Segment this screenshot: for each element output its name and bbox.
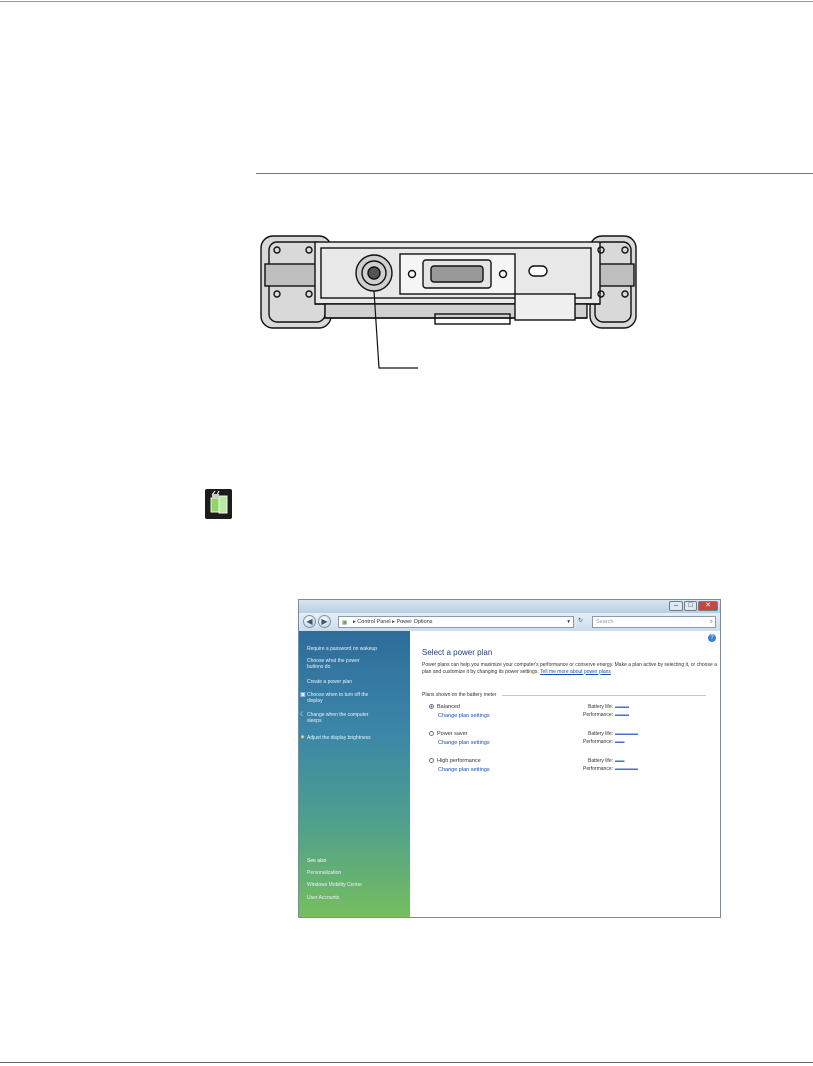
task-link-require-password[interactable]: Require a password on wakeup bbox=[307, 646, 407, 652]
device-side-illustration bbox=[260, 235, 637, 369]
task-link-power-buttons[interactable]: Choose what the power buttons do bbox=[307, 658, 377, 670]
performance-bars: ▬▬ bbox=[615, 739, 625, 745]
refresh-icon[interactable]: ↻ bbox=[578, 617, 583, 624]
address-bar[interactable]: ▦ ▸ Control Panel ▸ Power Options ▾ bbox=[338, 616, 574, 628]
battery-life-label: Battery life: bbox=[587, 758, 613, 764]
page-heading: Select a power plan bbox=[422, 648, 493, 657]
battery-life-bars: ▬▬ bbox=[615, 758, 625, 764]
see-also-personalization[interactable]: Personalization bbox=[307, 870, 407, 876]
close-button[interactable]: ✕ bbox=[698, 601, 718, 611]
maximize-button[interactable]: □ bbox=[684, 601, 697, 611]
task-link-create-plan[interactable]: Create a power plan bbox=[307, 679, 407, 685]
control-panel-icon: ▦ bbox=[342, 620, 348, 626]
battery-life-bars: ▬▬▬▬▬ bbox=[615, 731, 638, 737]
monitor-icon: ▣ bbox=[300, 692, 306, 698]
task-link-turn-off-display-label: Choose when to turn off the display bbox=[307, 692, 369, 704]
rating-high-performance-battery: Battery life: ▬▬ bbox=[577, 758, 647, 764]
minimize-button[interactable]: – bbox=[669, 601, 683, 611]
moon-icon: ☾ bbox=[300, 712, 306, 718]
address-toolbar: ◀ ▶ ▦ ▸ Control Panel ▸ Power Options ▾ … bbox=[299, 613, 720, 631]
battery-life-label: Battery life: bbox=[587, 704, 613, 710]
top-rule bbox=[0, 1, 813, 2]
section-rule bbox=[256, 173, 813, 174]
bottom-rule bbox=[0, 1062, 813, 1063]
rating-power-saver-battery: Battery life: ▬▬▬▬▬ bbox=[577, 731, 647, 737]
battery-life-bars: ▬▬▬ bbox=[615, 704, 629, 710]
performance-label: Performance: bbox=[582, 739, 613, 745]
plan-high-performance[interactable]: High performance bbox=[429, 758, 481, 764]
main-content: ? Select a power plan Power plans can he… bbox=[410, 631, 720, 917]
brightness-icon: ✷ bbox=[300, 735, 306, 741]
title-bar: – □ ✕ bbox=[299, 600, 720, 613]
search-input[interactable]: Search ⌕ bbox=[592, 616, 716, 628]
see-also-heading: See also bbox=[307, 858, 327, 864]
forward-button[interactable]: ▶ bbox=[318, 615, 331, 628]
search-icon[interactable]: ⌕ bbox=[710, 617, 713, 627]
rating-balanced-performance: Performance: ▬▬▬ bbox=[577, 712, 647, 718]
tell-me-more-link[interactable]: Tell me more about power plans bbox=[540, 669, 611, 675]
dropdown-arrow-icon[interactable]: ▾ bbox=[567, 617, 570, 627]
performance-label: Performance: bbox=[582, 712, 613, 718]
change-plan-settings-high-performance[interactable]: Change plan settings bbox=[438, 767, 490, 773]
radio-high-performance[interactable] bbox=[429, 758, 434, 764]
task-link-computer-sleeps-label: Change when the computer sleeps bbox=[307, 712, 369, 724]
power-options-icon bbox=[205, 489, 232, 519]
performance-label: Performance: bbox=[582, 766, 613, 772]
page-description: Power plans can help you maximize your c… bbox=[422, 662, 720, 675]
plan-balanced[interactable]: Balanced bbox=[429, 704, 460, 710]
power-options-window: – □ ✕ ◀ ▶ ▦ ▸ Control Panel ▸ Power Opti… bbox=[298, 599, 721, 918]
task-link-turn-off-display[interactable]: ▣ Choose when to turn off the display bbox=[300, 692, 379, 704]
task-link-display-brightness[interactable]: ✷ Adjust the display brightness bbox=[300, 735, 407, 741]
plan-high-performance-label: High performance bbox=[437, 758, 481, 764]
rating-balanced-battery: Battery life: ▬▬▬ bbox=[577, 704, 647, 710]
plan-power-saver[interactable]: Power saver bbox=[429, 731, 468, 737]
task-link-display-brightness-label: Adjust the display brightness bbox=[307, 735, 371, 741]
task-link-computer-sleeps[interactable]: ☾ Change when the computer sleeps bbox=[300, 712, 379, 724]
see-also-user-accounts[interactable]: User Accounts bbox=[307, 895, 407, 901]
performance-bars: ▬▬▬ bbox=[615, 712, 629, 718]
change-plan-settings-power-saver[interactable]: Change plan settings bbox=[438, 740, 490, 746]
change-plan-settings-balanced[interactable]: Change plan settings bbox=[438, 713, 490, 719]
plan-balanced-label: Balanced bbox=[437, 704, 460, 710]
rating-power-saver-performance: Performance: ▬▬ bbox=[577, 739, 647, 745]
group-divider bbox=[502, 695, 706, 696]
search-placeholder: Search bbox=[596, 619, 614, 625]
radio-balanced[interactable] bbox=[429, 704, 434, 710]
see-also-mobility-center[interactable]: Windows Mobility Center bbox=[307, 882, 407, 888]
breadcrumb-control-panel[interactable]: Control Panel bbox=[357, 619, 390, 625]
radio-power-saver[interactable] bbox=[429, 731, 434, 737]
plans-group-label: Plans shown on the battery meter bbox=[422, 692, 497, 698]
plan-power-saver-label: Power saver bbox=[437, 731, 468, 737]
rating-high-performance-performance: Performance: ▬▬▬▬▬ bbox=[577, 766, 647, 772]
battery-life-label: Battery life: bbox=[587, 731, 613, 737]
back-button[interactable]: ◀ bbox=[303, 615, 316, 628]
performance-bars: ▬▬▬▬▬ bbox=[615, 766, 638, 772]
help-icon[interactable]: ? bbox=[708, 634, 716, 642]
task-pane: Require a password on wakeup Choose what… bbox=[299, 631, 410, 917]
breadcrumb-power-options[interactable]: Power Options bbox=[396, 619, 432, 625]
